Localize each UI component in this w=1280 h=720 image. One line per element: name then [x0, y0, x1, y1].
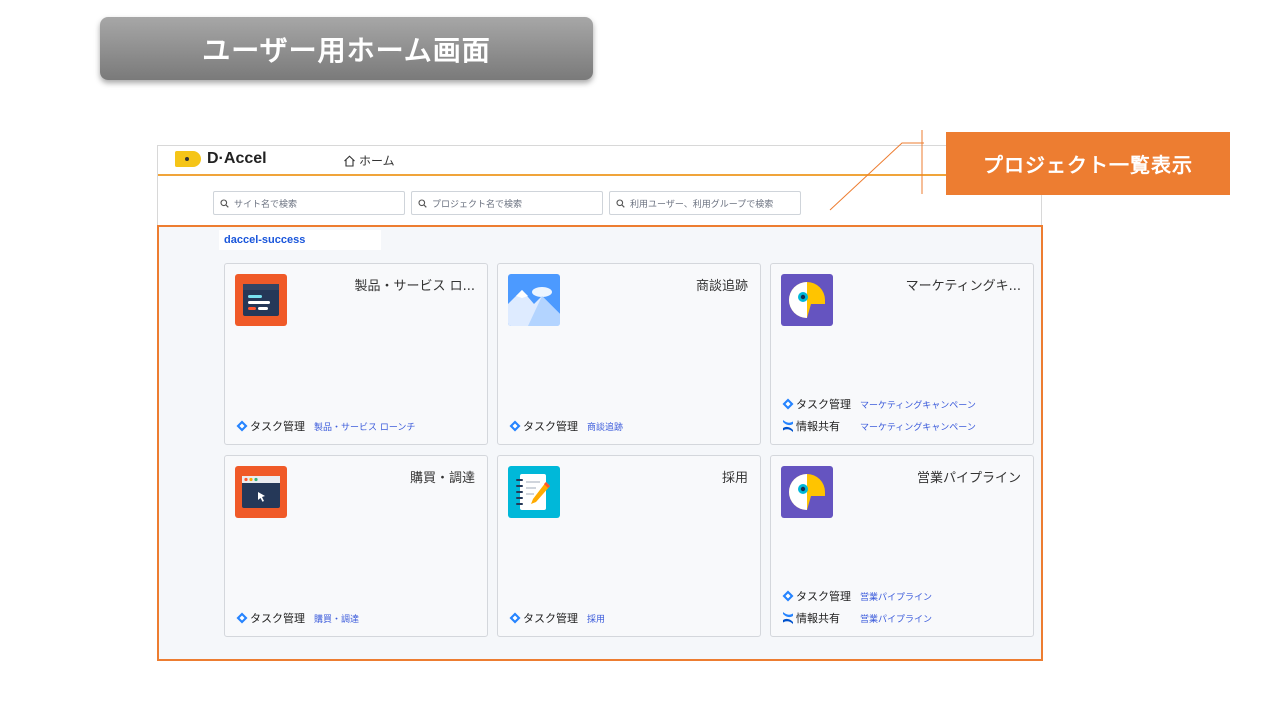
app-window: D·Accel ホーム サイト名で検索 プロジェクト名で検索 利用ユーザー、利用… — [157, 145, 1042, 660]
project-list-area: daccel-success 製品・サービス ロ... タスク管理 製品・サービ… — [157, 225, 1042, 660]
link-value[interactable]: 製品・サービス ローンチ — [314, 420, 415, 433]
jira-icon — [782, 398, 794, 410]
project-link-row[interactable]: 情報共有 営業パイプライン — [782, 610, 932, 626]
project-card[interactable]: 製品・サービス ロ... タスク管理 製品・サービス ローンチ — [224, 263, 488, 445]
notebook-icon — [508, 466, 560, 518]
link-label: タスク管理 — [796, 590, 851, 603]
link-label: タスク管理 — [250, 612, 305, 625]
project-title: 営業パイプライン — [916, 471, 1021, 486]
home-icon — [344, 154, 355, 167]
jira-icon — [236, 420, 248, 432]
link-value[interactable]: 営業パイプライン — [860, 590, 932, 603]
project-title: 製品・サービス ロ... — [354, 279, 475, 294]
project-link-row[interactable]: タスク管理 商談追跡 — [509, 418, 623, 434]
link-label: タスク管理 — [523, 420, 578, 433]
link-value[interactable]: 商談追跡 — [587, 420, 623, 433]
nav-home-link[interactable]: ホーム — [343, 152, 395, 169]
link-label: 情報共有 — [796, 420, 840, 433]
nav-home-label: ホーム — [359, 154, 395, 168]
search-icon — [418, 198, 427, 208]
confluence-icon — [783, 420, 793, 432]
site-name[interactable]: daccel-success — [224, 234, 305, 246]
annotation-label: プロジェクト一覧表示 — [946, 132, 1230, 195]
project-card[interactable]: 購買・調達 タスク管理 購買・調達 — [224, 455, 488, 637]
project-link-row[interactable]: タスク管理 マーケティングキャンペーン — [782, 396, 976, 412]
search-icon — [220, 198, 229, 208]
link-value[interactable]: 採用 — [587, 612, 605, 625]
project-search-placeholder: プロジェクト名で検索 — [432, 199, 523, 210]
search-icon — [616, 198, 625, 208]
site-search-input[interactable]: サイト名で検索 — [213, 191, 405, 215]
link-label: 情報共有 — [796, 612, 840, 625]
link-label: タスク管理 — [250, 420, 305, 433]
navbar: D·Accel ホーム — [157, 145, 1042, 176]
jira-icon — [236, 612, 248, 624]
mountain-icon — [508, 274, 560, 326]
logo[interactable]: D·Accel — [175, 150, 267, 168]
link-value[interactable]: 購買・調達 — [314, 612, 359, 625]
user-search-placeholder: 利用ユーザー、利用グループで検索 — [630, 199, 774, 210]
link-label: タスク管理 — [796, 398, 851, 411]
parrot-icon — [781, 274, 833, 326]
project-search-input[interactable]: プロジェクト名で検索 — [411, 191, 603, 215]
parrot-icon — [781, 466, 833, 518]
site-search-placeholder: サイト名で検索 — [234, 199, 298, 210]
project-link-row[interactable]: 情報共有 マーケティングキャンペーン — [782, 418, 976, 434]
jira-icon — [782, 590, 794, 602]
project-card[interactable]: 商談追跡 タスク管理 商談追跡 — [497, 263, 761, 445]
user-search-input[interactable]: 利用ユーザー、利用グループで検索 — [609, 191, 801, 215]
cursor-window-icon — [235, 466, 287, 518]
link-value[interactable]: マーケティングキャンペーン — [860, 398, 976, 411]
search-row: サイト名で検索 プロジェクト名で検索 利用ユーザー、利用グループで検索 — [213, 191, 807, 215]
project-link-row[interactable]: タスク管理 購買・調達 — [236, 610, 359, 626]
project-card[interactable]: マーケティングキ... タスク管理 マーケティングキャンペーン 情報共有 マーケ… — [770, 263, 1034, 445]
slide-title: ユーザー用ホーム画面 — [100, 17, 593, 80]
logo-mark-icon — [175, 151, 201, 167]
project-title: 採用 — [721, 471, 748, 486]
link-label: タスク管理 — [523, 612, 578, 625]
project-title: 商談追跡 — [695, 279, 748, 294]
project-link-row[interactable]: タスク管理 採用 — [509, 610, 605, 626]
project-title: マーケティングキ... — [905, 279, 1021, 294]
project-card[interactable]: 営業パイプライン タスク管理 営業パイプライン 情報共有 営業パイプライン — [770, 455, 1034, 637]
link-value[interactable]: 営業パイプライン — [860, 612, 932, 625]
jira-icon — [509, 612, 521, 624]
code-window-icon — [235, 274, 287, 326]
project-link-row[interactable]: タスク管理 営業パイプライン — [782, 588, 932, 604]
logo-text: D·Accel — [207, 150, 267, 167]
confluence-icon — [783, 612, 793, 624]
project-card[interactable]: 採用 タスク管理 採用 — [497, 455, 761, 637]
project-link-row[interactable]: タスク管理 製品・サービス ローンチ — [236, 418, 415, 434]
project-title: 購買・調達 — [409, 471, 475, 486]
jira-icon — [509, 420, 521, 432]
link-value[interactable]: マーケティングキャンペーン — [860, 420, 976, 433]
